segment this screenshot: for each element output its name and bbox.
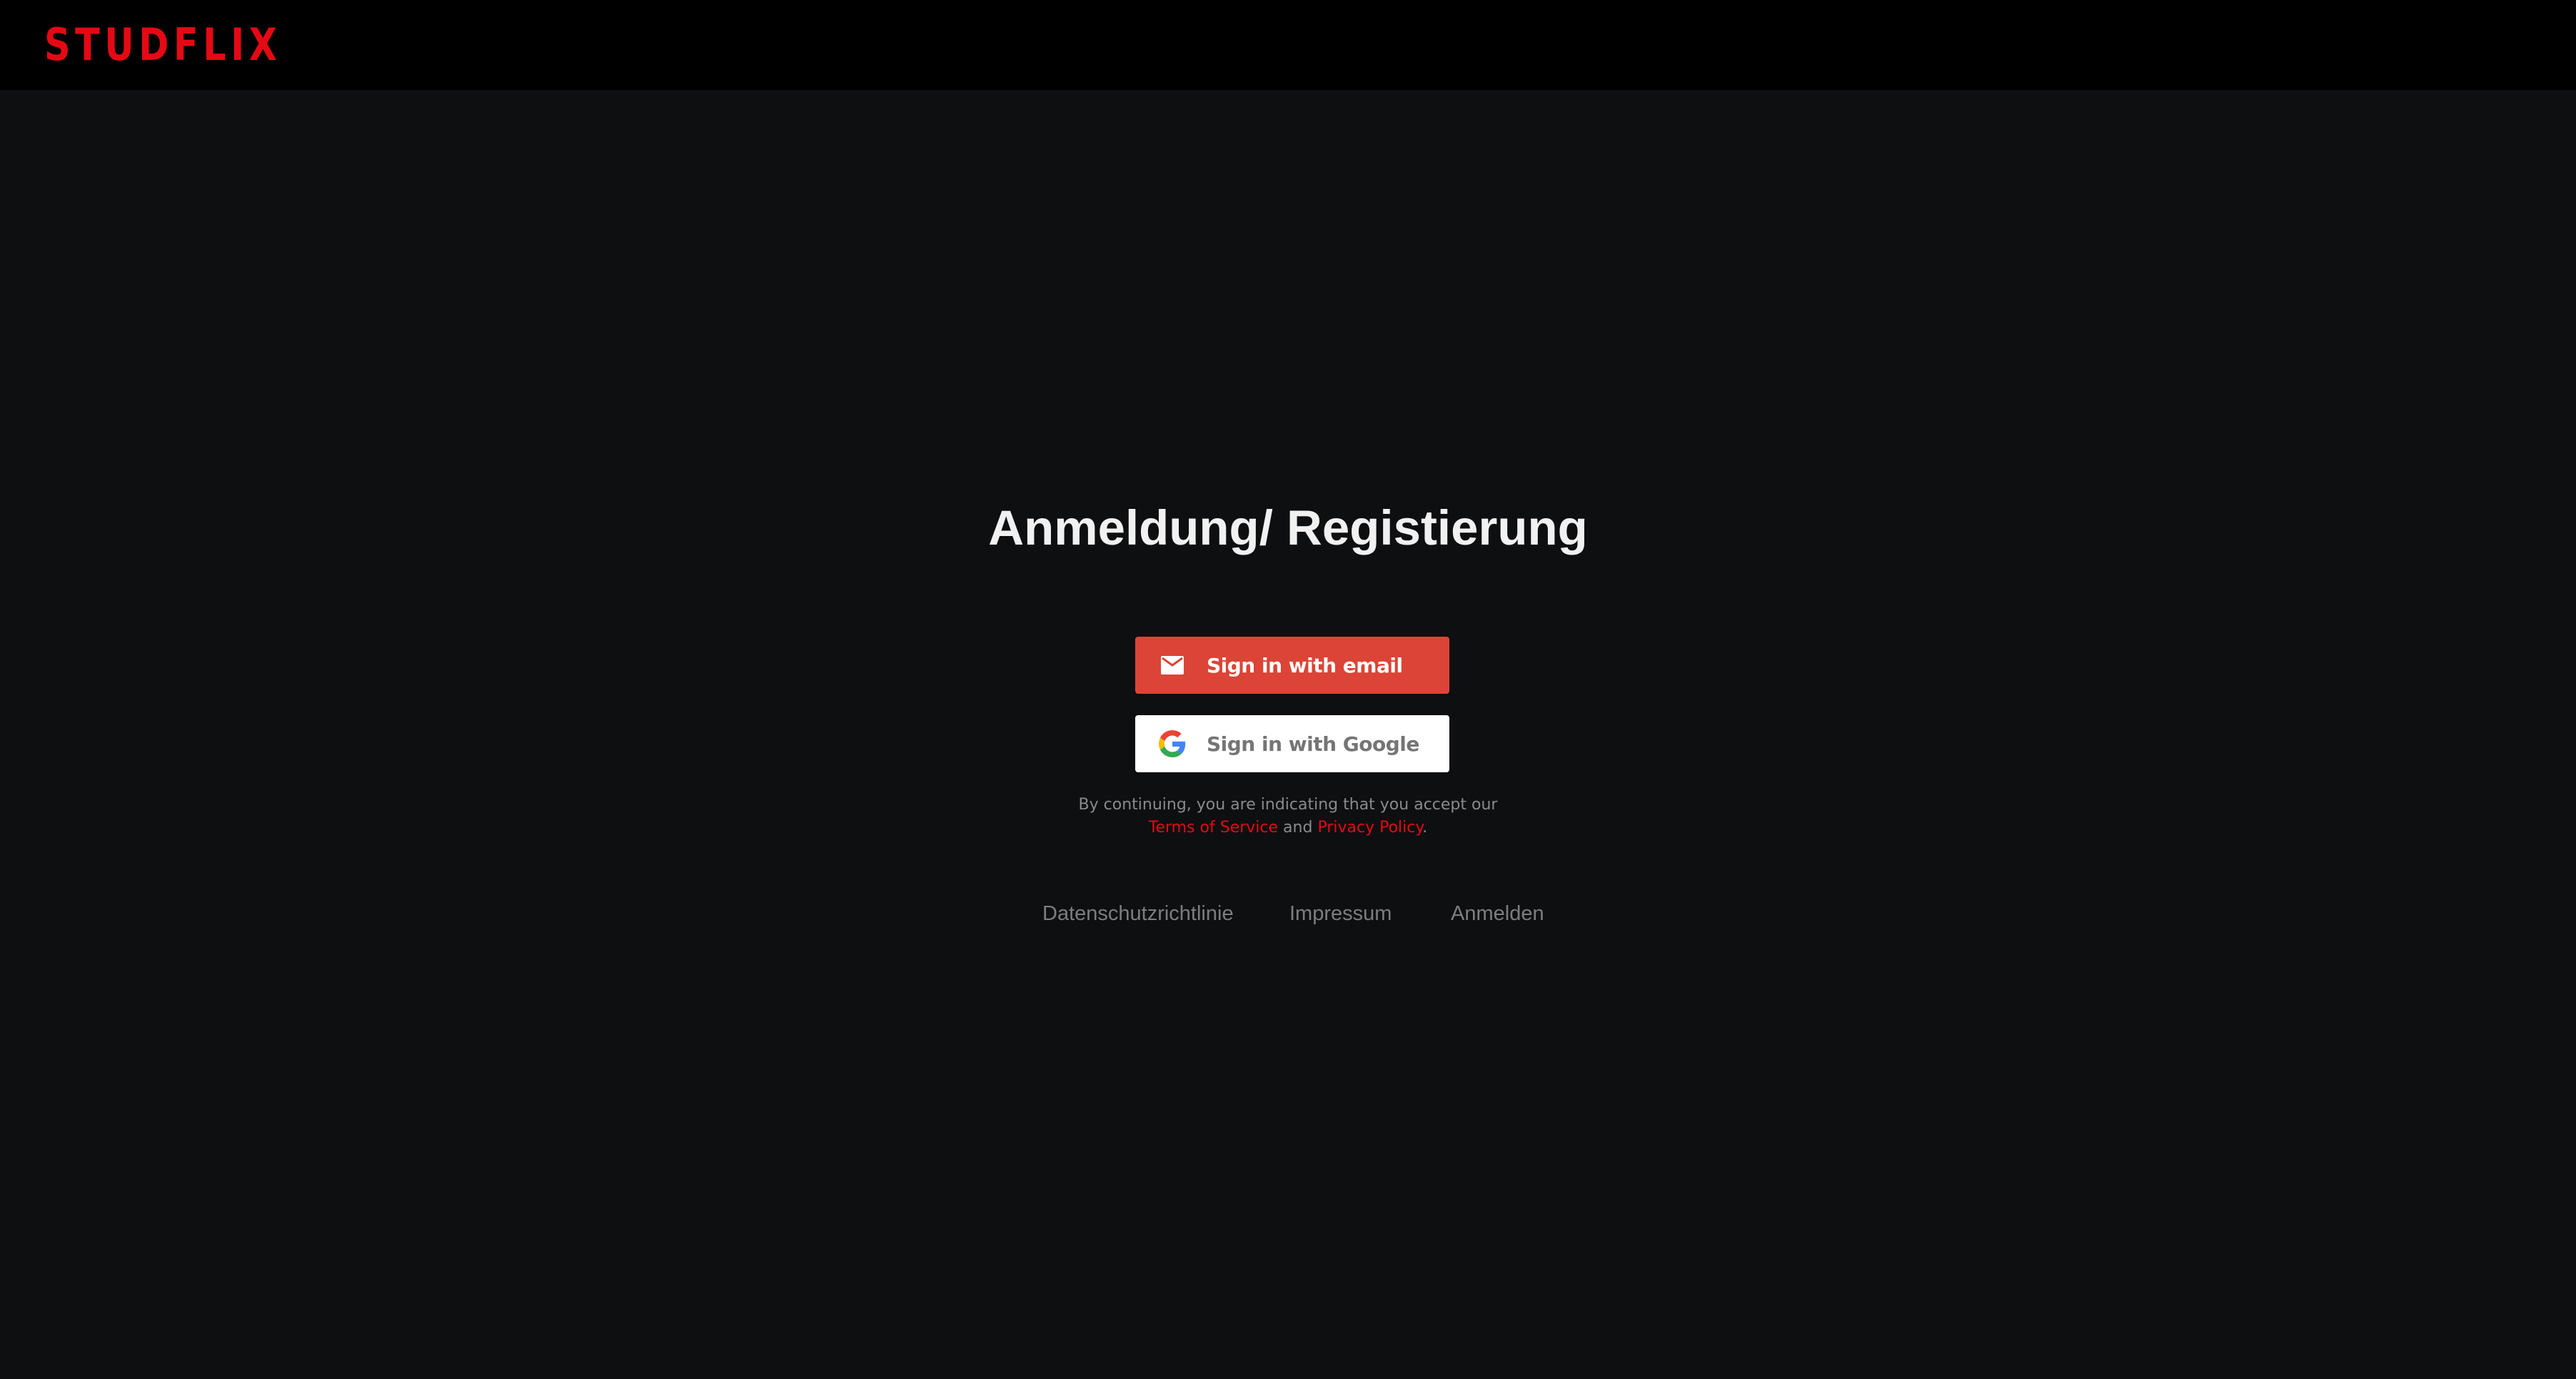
sign-in-google-button[interactable]: Sign in with Google	[1135, 715, 1449, 772]
terms-notice-text: By continuing, you are indicating that y…	[1078, 796, 1498, 814]
footer-link-datenschutz[interactable]: Datenschutzrichtlinie	[1042, 899, 1234, 928]
studflix-logo[interactable]: STUDFLIX	[44, 11, 281, 79]
google-icon	[1157, 728, 1188, 759]
footer-link-impressum[interactable]: Impressum	[1289, 899, 1392, 928]
privacy-policy-link[interactable]: Privacy Policy	[1317, 819, 1422, 837]
footer-link-anmelden[interactable]: Anmelden	[1451, 899, 1544, 928]
terms-and-text: and	[1283, 819, 1313, 837]
sign-in-email-button[interactable]: Sign in with email	[1135, 637, 1449, 694]
terms-of-service-link[interactable]: Terms of Service	[1149, 819, 1278, 837]
footer-links: Datenschutzrichtlinie Impressum Anmelden	[0, 899, 2576, 928]
terms-end-punct: .	[1422, 819, 1428, 837]
terms-notice: By continuing, you are indicating that y…	[0, 794, 2576, 839]
mail-icon	[1157, 650, 1188, 681]
sign-in-google-label: Sign in with Google	[1207, 732, 1419, 756]
page-title: Anmeldung/ Registierung	[988, 500, 1588, 555]
terms-notice-links: Terms of Service and Privacy Policy.	[0, 817, 2576, 839]
top-bar: STUDFLIX	[0, 0, 2576, 90]
sign-in-email-label: Sign in with email	[1207, 653, 1403, 677]
